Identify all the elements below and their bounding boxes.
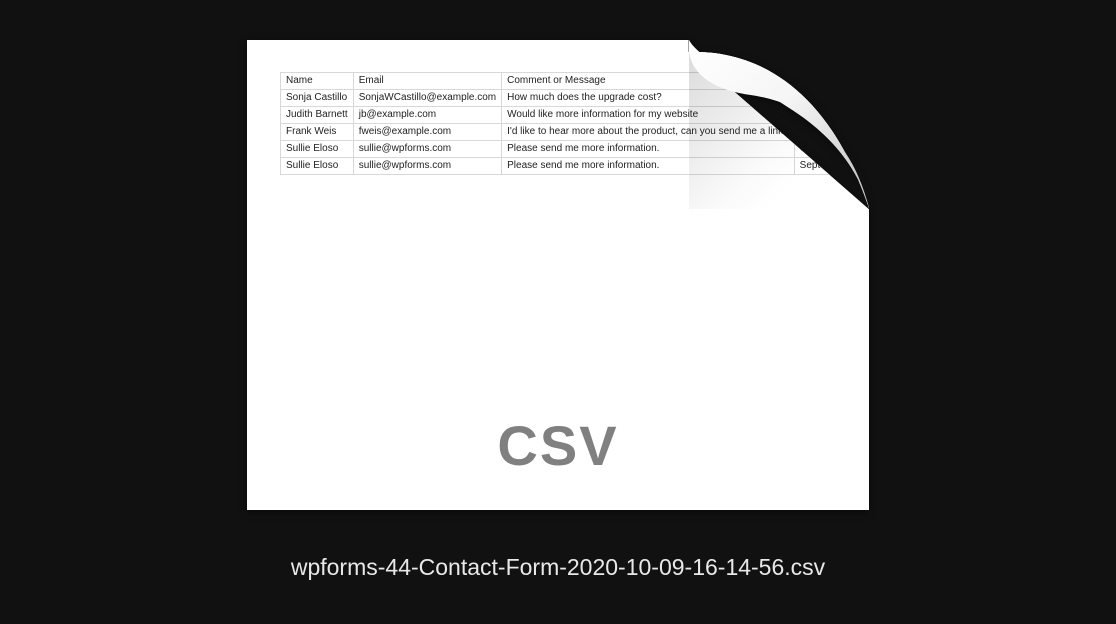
cell-entry: Septemb: [794, 158, 845, 175]
file-name-label: wpforms-44-Contact-Form-2020-10-09-16-14…: [291, 554, 825, 581]
csv-document-preview: Name Email Comment or Message Entry Sonj…: [247, 40, 869, 510]
cell-email: jb@example.com: [353, 107, 501, 124]
file-preview-page: Name Email Comment or Message Entry Sonj…: [247, 40, 869, 510]
cell-email: fweis@example.com: [353, 124, 501, 141]
table-row: Sullie Eloso sullie@wpforms.com Please s…: [281, 141, 846, 158]
table-row: Frank Weis fweis@example.com I'd like to…: [281, 124, 846, 141]
csv-table: Name Email Comment or Message Entry Sonj…: [280, 72, 869, 175]
file-type-label: CSV: [497, 413, 618, 478]
cell-name: Sullie Eloso: [281, 141, 354, 158]
cell-name: Judith Barnett: [281, 107, 354, 124]
cell-name: Sonja Castillo: [281, 90, 354, 107]
col-header-email: Email: [353, 73, 501, 90]
cell-name: Frank Weis: [281, 124, 354, 141]
cell-email: sullie@wpforms.com: [353, 158, 501, 175]
cell-email: SonjaWCastillo@example.com: [353, 90, 501, 107]
table-row: Judith Barnett jb@example.com Would like…: [281, 107, 846, 124]
col-header-name: Name: [281, 73, 354, 90]
table-header-row: Name Email Comment or Message Entry: [281, 73, 846, 90]
col-header-entry: Entry: [794, 73, 845, 90]
cell-entry: October: [794, 107, 845, 124]
col-header-comment: Comment or Message: [502, 73, 795, 90]
table-row: Sonja Castillo SonjaWCastillo@example.co…: [281, 90, 846, 107]
data-table: Name Email Comment or Message Entry Sonj…: [280, 72, 846, 175]
table-row: Sullie Eloso sullie@wpforms.com Please s…: [281, 158, 846, 175]
cell-entry: October: [794, 141, 845, 158]
cell-comment: I'd like to hear more about the product,…: [502, 124, 795, 141]
cell-comment: Please send me more information.: [502, 141, 795, 158]
cell-comment: How much does the upgrade cost?: [502, 90, 795, 107]
cell-comment: Please send me more information.: [502, 158, 795, 175]
cell-comment: Would like more information for my websi…: [502, 107, 795, 124]
cell-email: sullie@wpforms.com: [353, 141, 501, 158]
cell-entry: October: [794, 90, 845, 107]
cell-name: Sullie Eloso: [281, 158, 354, 175]
cell-entry: October: [794, 124, 845, 141]
